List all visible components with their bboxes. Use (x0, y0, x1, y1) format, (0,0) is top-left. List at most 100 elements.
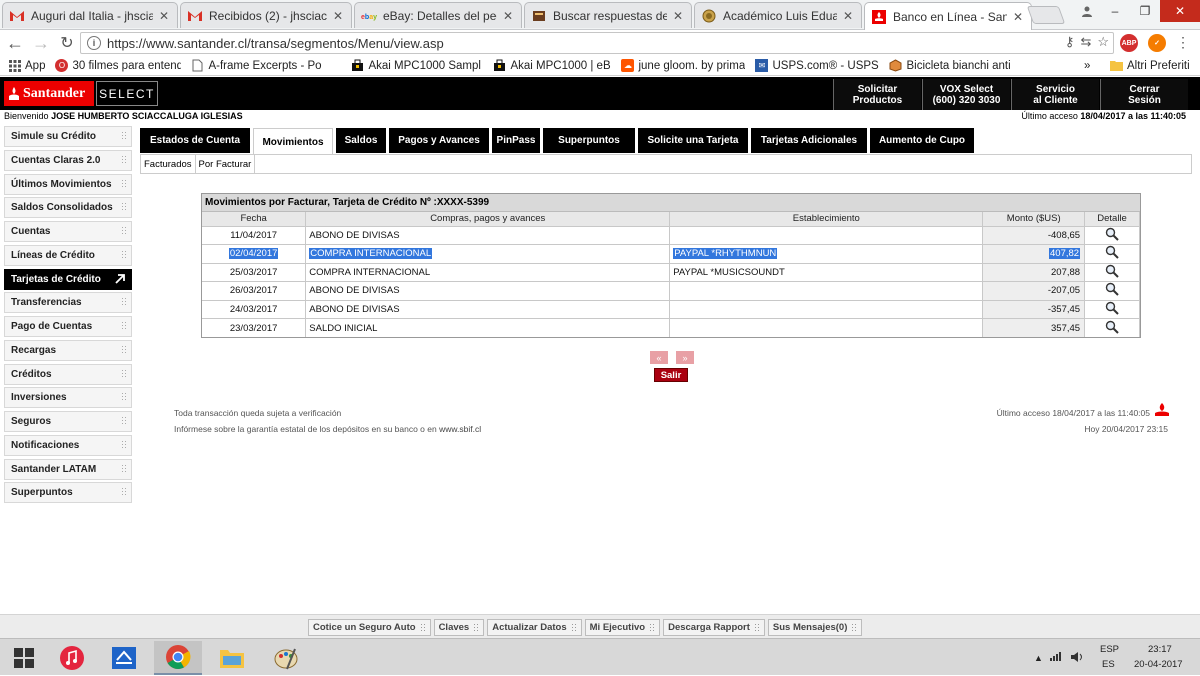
language-indicator-top[interactable]: ESP (1100, 644, 1119, 655)
servicio-cliente-button[interactable]: Servicio al Cliente (1011, 79, 1099, 110)
key-icon[interactable]: ⚷ (1065, 34, 1075, 50)
drag-grip-icon[interactable] (121, 416, 127, 425)
bookmark-akai-ebay[interactable]: Akai MPC1000 | eBay (493, 59, 611, 72)
volume-icon[interactable] (1070, 651, 1084, 666)
bottom-item-sus-mensajes-0-[interactable]: Sus Mensajes(0) (767, 619, 863, 636)
sidebar-item[interactable]: Santander LATAM (4, 458, 132, 480)
bottom-item-cotice-un-seguro-auto[interactable]: Cotice un Seguro Auto (308, 619, 431, 636)
bookmark-akai-sampler[interactable]: Akai MPC1000 Sampl (351, 59, 483, 72)
close-icon[interactable]: ✕ (501, 9, 515, 23)
drag-grip-icon[interactable] (649, 623, 656, 632)
sidebar-item[interactable]: Últimos Movimientos (4, 173, 132, 195)
table-row[interactable]: 23/03/2017 SALDO INICIAL 357,45 (202, 318, 1140, 337)
reload-icon[interactable]: ↻ (54, 31, 80, 55)
drag-grip-icon[interactable] (121, 178, 127, 188)
subtab-por-facturar[interactable]: Por Facturar (196, 155, 256, 173)
bookmark-a-frame[interactable]: A-frame Excerpts - Po (191, 59, 341, 72)
drag-grip-icon[interactable] (419, 623, 426, 632)
sidebar-item[interactable]: Tarjetas de Crédito (4, 268, 132, 290)
sidebar-item[interactable]: Superpuntos (4, 482, 132, 504)
bookmark-30-filmes[interactable]: O 30 filmes para entend (55, 59, 181, 72)
sidebar-item[interactable]: Seguros (4, 411, 132, 432)
sidebar-item[interactable]: Pago de Cuentas (4, 316, 132, 337)
download-app-icon[interactable] (100, 641, 148, 675)
window-close-icon[interactable]: ✕ (1160, 0, 1200, 22)
browser-tab-2[interactable]: Recibidos (2) - jhsciaccal ✕ (180, 2, 352, 28)
drag-grip-icon[interactable] (121, 368, 127, 378)
magnifier-icon[interactable] (1105, 245, 1119, 259)
bookmark-apps[interactable]: App (8, 59, 45, 72)
magnifier-icon[interactable] (1105, 227, 1119, 241)
sidebar-item[interactable]: Cuentas Claras 2.0 (4, 149, 132, 171)
tab-estados-de-cuenta[interactable]: Estados de Cuenta (140, 128, 250, 153)
bottom-item-claves[interactable]: Claves (433, 619, 485, 636)
chrome-icon[interactable] (154, 641, 202, 675)
tab-superpuntos[interactable]: Superpuntos (543, 128, 635, 153)
bottom-item-mi-ejecutivo[interactable]: Mi Ejecutivo (584, 619, 661, 636)
drag-grip-icon[interactable] (570, 623, 577, 632)
magnifier-icon[interactable] (1105, 320, 1119, 334)
browser-menu-icon[interactable]: ⋮ (1176, 34, 1190, 51)
paint-icon[interactable] (262, 641, 310, 675)
browser-tab-1[interactable]: Auguri dal Italia - jhsciac ✕ (2, 2, 178, 28)
drag-grip-icon[interactable] (851, 623, 858, 632)
new-tab-button[interactable] (1026, 6, 1066, 24)
bottom-item-actualizar-datos[interactable]: Actualizar Datos (487, 619, 582, 636)
browser-tab-4[interactable]: Buscar respuestas de rec ✕ (524, 2, 692, 28)
drag-grip-icon[interactable] (121, 202, 127, 212)
address-bar[interactable]: i https://www.santander.cl/transa/segmen… (80, 32, 1114, 54)
sbif-link[interactable]: www.sbif.cl (439, 424, 481, 434)
table-row[interactable]: 24/03/2017 ABONO DE DIVISAS -357,45 (202, 300, 1140, 319)
sidebar-item[interactable]: Líneas de Crédito (4, 244, 132, 266)
drag-grip-icon[interactable] (753, 623, 760, 632)
user-profile-icon[interactable] (1074, 0, 1100, 22)
tab-solicite-una-tarjeta[interactable]: Solicite una Tarjeta (638, 128, 748, 153)
tab-pagos-y-avances[interactable]: Pagos y Avances (389, 128, 489, 153)
bottom-item-descarga-rapport[interactable]: Descarga Rapport (663, 619, 765, 636)
tab-tarjetas-adicionales[interactable]: Tarjetas Adicionales (751, 128, 867, 153)
drag-grip-icon[interactable] (121, 321, 127, 330)
browser-tab-5[interactable]: Académico Luis Eduardo ✕ (694, 2, 862, 28)
clock-date[interactable]: 20-04-2017 (1134, 659, 1183, 670)
table-row[interactable]: 26/03/2017 ABONO DE DIVISAS -207,05 (202, 281, 1140, 301)
close-icon[interactable]: ✕ (1011, 10, 1025, 24)
drag-grip-icon[interactable] (121, 487, 127, 497)
translate-icon[interactable]: ⇆ (1080, 34, 1091, 50)
close-icon[interactable]: ✕ (841, 9, 855, 23)
solicitar-productos-button[interactable]: Solicitar Productos (833, 79, 921, 110)
browser-tab-3[interactable]: ebay eBay: Detalles del pedido ✕ (354, 2, 522, 28)
magnifier-icon[interactable] (1105, 301, 1119, 315)
drag-grip-icon[interactable] (121, 344, 127, 354)
subtab-facturados[interactable]: Facturados (141, 155, 196, 173)
sidebar-item[interactable]: Créditos (4, 363, 132, 385)
santander-logo[interactable]: Santander (4, 81, 94, 106)
sidebar-item[interactable]: Cuentas (4, 221, 132, 242)
tab-aumento-de-cupo[interactable]: Aumento de Cupo (870, 128, 974, 153)
drag-grip-icon[interactable] (121, 154, 127, 164)
sidebar-item[interactable]: Simule su Crédito (4, 126, 132, 147)
tab-saldos[interactable]: Saldos (336, 128, 386, 153)
back-arrow-icon[interactable]: ← (2, 31, 28, 55)
tab-pinpass[interactable]: PinPass (492, 128, 540, 153)
minimize-icon[interactable]: – (1100, 0, 1130, 22)
bookmark-usps[interactable]: ✉ USPS.com® - USPS Tr (755, 59, 879, 72)
star-icon[interactable]: ☆ (1097, 34, 1109, 50)
bookmark-bicicleta[interactable]: Bicicleta bianchi antig (889, 59, 1011, 72)
drag-grip-icon[interactable] (473, 623, 480, 632)
close-icon[interactable]: ✕ (671, 9, 685, 23)
tray-expand-icon[interactable]: ▲ (1034, 653, 1043, 663)
url-text[interactable]: https://www.santander.cl/transa/segmento… (107, 36, 444, 51)
drag-grip-icon[interactable] (121, 131, 127, 140)
info-icon[interactable]: i (87, 36, 101, 50)
bookmarks-more-button[interactable]: » (1084, 60, 1090, 72)
sidebar-item[interactable]: Notificaciones (4, 434, 132, 456)
maximize-icon[interactable]: ❐ (1130, 0, 1160, 22)
prev-page-button[interactable]: « (650, 351, 668, 364)
vox-select-button[interactable]: VOX Select (600) 320 3030 (922, 79, 1010, 110)
close-icon[interactable]: ✕ (157, 9, 171, 23)
other-bookmarks-folder[interactable]: Altri Preferiti (1110, 59, 1190, 72)
table-row[interactable]: 25/03/2017 COMPRA INTERNACIONAL PAYPAL *MU… (202, 263, 1140, 282)
forward-arrow-icon[interactable]: → (28, 31, 54, 55)
network-icon[interactable] (1050, 651, 1064, 664)
clock-time[interactable]: 23:17 (1148, 644, 1172, 655)
